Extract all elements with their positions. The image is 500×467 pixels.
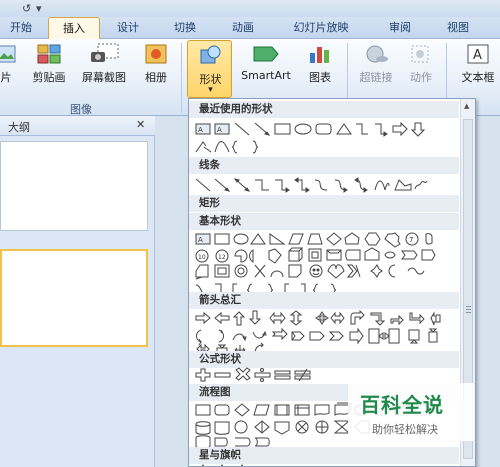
ribbon-tabs: 开始 插入 设计 切换 动画 幻灯片放映 审阅 视图 bbox=[0, 17, 500, 40]
watermark-subtitle: 助你轻松解决 bbox=[372, 423, 438, 436]
svg-text:7: 7 bbox=[409, 236, 413, 244]
slides-panel: 大纲 ✕ bbox=[0, 116, 155, 467]
album-button[interactable]: 相册 bbox=[136, 43, 176, 85]
shapes-button[interactable]: 形状 ▾ bbox=[187, 40, 232, 98]
picture-button[interactable]: 片 bbox=[0, 43, 18, 85]
textbox-icon: A bbox=[467, 44, 489, 64]
album-icon bbox=[145, 44, 167, 64]
slides-panel-header: 大纲 ✕ bbox=[0, 116, 155, 136]
watermark-title: 百科全说 bbox=[360, 393, 444, 417]
smartart-label: SmartArt bbox=[241, 69, 291, 82]
svg-text:A: A bbox=[198, 236, 203, 244]
smartart-icon bbox=[253, 46, 279, 62]
tab-review[interactable]: 审阅 bbox=[380, 17, 420, 39]
chart-button[interactable]: 图表 bbox=[300, 43, 340, 85]
tab-outline[interactable]: 大纲 bbox=[8, 119, 30, 135]
lines-row[interactable] bbox=[193, 177, 459, 193]
hyperlink-icon bbox=[366, 45, 388, 63]
category-rectangles: 矩形 bbox=[189, 195, 459, 212]
tab-design[interactable]: 设计 bbox=[106, 17, 150, 39]
tab-slideshow[interactable]: 幻灯片放映 bbox=[282, 17, 360, 39]
basic-shapes-grid[interactable]: A 7 10 12 bbox=[193, 231, 459, 281]
action-icon bbox=[411, 45, 429, 63]
tab-home[interactable]: 开始 bbox=[0, 17, 42, 39]
tab-transitions[interactable]: 切换 bbox=[163, 17, 207, 39]
scroll-up-icon[interactable]: ▲ bbox=[464, 102, 469, 110]
close-icon[interactable]: ✕ bbox=[136, 118, 145, 131]
clipart-icon bbox=[37, 44, 61, 64]
equation-row[interactable] bbox=[193, 367, 459, 383]
smartart-button[interactable]: SmartArt bbox=[236, 43, 296, 82]
textbox-label: 文本框 bbox=[461, 71, 495, 84]
clipart-button[interactable]: 剪贴画 bbox=[27, 43, 71, 85]
recent-shapes-row[interactable] bbox=[193, 139, 459, 155]
qat-dropdown-icon[interactable]: ▾ bbox=[36, 2, 42, 15]
group-separator bbox=[181, 43, 182, 113]
category-basic: 基本形状 bbox=[189, 213, 459, 230]
screenshot-button[interactable]: 屏幕截图 bbox=[73, 43, 135, 85]
svg-text:A: A bbox=[217, 126, 222, 134]
svg-text:10: 10 bbox=[198, 254, 206, 261]
redo-icon[interactable]: ↺ bbox=[22, 2, 31, 15]
screenshot-label: 屏幕截图 bbox=[82, 71, 126, 84]
svg-text:A: A bbox=[473, 48, 482, 63]
action-button[interactable]: 动作 bbox=[403, 43, 439, 85]
slide-thumbnail[interactable] bbox=[0, 141, 148, 231]
svg-text:A: A bbox=[198, 126, 203, 134]
shapes-dropdown-icon: ▾ bbox=[208, 85, 213, 95]
slide-thumbnail[interactable] bbox=[0, 249, 148, 347]
images-group-label: 图像 bbox=[70, 103, 92, 116]
screenshot-icon bbox=[91, 43, 119, 62]
chart-icon bbox=[310, 47, 329, 63]
stars-row[interactable] bbox=[193, 463, 459, 467]
category-lines: 线条 bbox=[189, 157, 459, 174]
hyperlink-button[interactable]: 超链接 bbox=[353, 43, 399, 85]
recent-shapes-row[interactable]: A A bbox=[193, 121, 459, 137]
category-arrows: 箭头总汇 bbox=[189, 292, 459, 309]
chart-label: 图表 bbox=[309, 71, 331, 84]
hyperlink-label: 超链接 bbox=[359, 71, 393, 84]
svg-text:12: 12 bbox=[218, 254, 226, 261]
album-label: 相册 bbox=[145, 71, 167, 84]
textbox-button[interactable]: A 文本框 bbox=[452, 43, 500, 85]
watermark: 百科全说 助你轻松解决 bbox=[348, 383, 474, 441]
category-recent: 最近使用的形状 bbox=[189, 101, 459, 118]
tab-animations[interactable]: 动画 bbox=[221, 17, 265, 39]
tab-insert[interactable]: 插入 bbox=[48, 17, 100, 40]
category-equation: 公式形状 bbox=[189, 351, 459, 368]
category-stars: 星与旗帜 bbox=[189, 447, 459, 464]
tab-view[interactable]: 视图 bbox=[438, 17, 478, 39]
picture-icon bbox=[0, 45, 16, 63]
action-label: 动作 bbox=[410, 71, 432, 84]
clipart-label: 剪贴画 bbox=[32, 71, 66, 84]
shapes-icon bbox=[200, 45, 221, 64]
picture-label: 片 bbox=[0, 71, 12, 84]
